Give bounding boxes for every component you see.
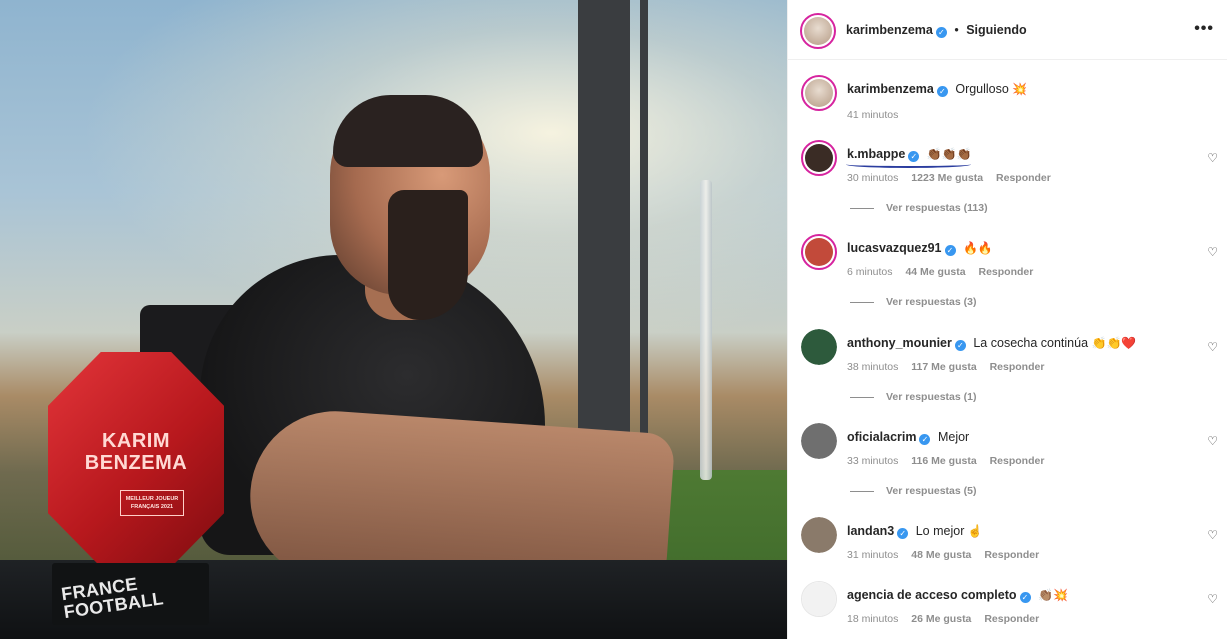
avatar-image: [805, 79, 833, 107]
comment-meta: 6 minutos 44 Me gusta Responder: [847, 266, 1043, 278]
comment-avatar[interactable]: [801, 234, 837, 270]
comment-line: landan3 ✓ Lo mejor ☝️: [847, 524, 983, 539]
comment-username[interactable]: lucasvazquez91: [847, 241, 942, 255]
trophy-base: FRANCE FOOTBALL: [52, 563, 209, 625]
avatar-image: [801, 517, 837, 553]
author-username[interactable]: karimbenzema: [846, 23, 933, 37]
comment-likes[interactable]: 48 Me gusta: [911, 549, 971, 561]
comment-meta: 18 minutos 26 Me gusta Responder: [847, 613, 1049, 625]
comment-line: agencia de acceso completo ✓ 👏🏽💥: [847, 588, 1068, 603]
trophy-name: KARIM BENZEMA: [84, 430, 188, 474]
trophy-plate: MEILLEUR JOUEUR FRANÇAIS 2021: [120, 490, 184, 516]
comment-emoji: 🔥🔥: [962, 241, 993, 255]
comment-emoji: 👏🏾👏🏾👏🏾: [926, 147, 972, 161]
avatar-image: [802, 582, 836, 616]
avatar-image: [804, 17, 832, 45]
separator-dot: •: [954, 23, 959, 37]
comment-username[interactable]: landan3: [847, 524, 894, 538]
caption-text: Orgulloso: [955, 82, 1009, 96]
comment-line: oficialacrim ✓ Mejor: [847, 430, 969, 445]
comment-emoji: ☝️: [967, 524, 983, 538]
verified-badge-icon: ✓: [919, 434, 931, 445]
view-replies-button[interactable]: Ver respuestas (113): [850, 202, 988, 214]
comment-line: lucasvazquez91 ✓ 🔥🔥: [847, 241, 993, 256]
comment-time: 31 minutos: [847, 549, 899, 561]
verified-badge-icon: ✓: [944, 245, 956, 256]
comment-time: 6 minutos: [847, 266, 893, 278]
caption-meta: 41 minutos: [847, 109, 908, 121]
comment-time: 38 minutos: [847, 361, 899, 373]
verified-badge-icon: ✓: [1019, 592, 1031, 603]
comment-meta: 30 minutos 1223 Me gusta Responder: [847, 172, 1061, 184]
heart-icon[interactable]: ♡: [1207, 528, 1218, 542]
heart-icon[interactable]: ♡: [1207, 151, 1218, 165]
comment-avatar[interactable]: [801, 517, 837, 553]
comment-meta: 38 minutos 117 Me gusta Responder: [847, 361, 1054, 373]
comment-likes[interactable]: 116 Me gusta: [911, 455, 976, 467]
comment-line: anthony_mounier ✓ La cosecha continúa 👏👏❤…: [847, 336, 1136, 351]
comment-line: k.mbappe ✓ 👏🏾👏🏾👏🏾: [847, 147, 972, 162]
view-replies-button[interactable]: Ver respuestas (5): [850, 485, 976, 497]
reply-button[interactable]: Responder: [990, 455, 1045, 467]
caption-time: 41 minutos: [847, 109, 899, 121]
avatar-image: [801, 423, 837, 459]
comment-text: La cosecha continúa: [973, 336, 1089, 350]
header-user-line: karimbenzema ✓ • Siguiendo: [846, 23, 1027, 38]
more-options-icon[interactable]: •••: [1194, 20, 1214, 38]
caption-emoji: 💥: [1012, 82, 1028, 96]
comment-time: 33 minutos: [847, 455, 899, 467]
heart-icon[interactable]: ♡: [1207, 340, 1218, 354]
comments-panel: karimbenzema ✓ • Siguiendo ••• karimbenze…: [787, 0, 1227, 639]
verified-badge-icon: ✓: [897, 528, 909, 539]
avatar-image: [801, 329, 837, 365]
heart-icon[interactable]: ♡: [1207, 434, 1218, 448]
comment-username[interactable]: agencia de acceso completo: [847, 588, 1017, 602]
comment-text: Lo mejor: [915, 524, 965, 538]
comment-emoji: 👏🏽💥: [1038, 588, 1068, 602]
avatar-image: [805, 238, 833, 266]
person-beard: [388, 190, 468, 320]
comment-emoji: 👏👏❤️: [1091, 336, 1137, 350]
comment-text: Mejor: [937, 430, 970, 444]
heart-icon[interactable]: ♡: [1207, 592, 1218, 606]
reply-button[interactable]: Responder: [978, 266, 1033, 278]
comment-likes[interactable]: 26 Me gusta: [911, 613, 971, 625]
following-button[interactable]: Siguiendo: [966, 23, 1026, 37]
comment-avatar[interactable]: [801, 423, 837, 459]
comment-likes[interactable]: 117 Me gusta: [911, 361, 976, 373]
view-replies-button[interactable]: Ver respuestas (3): [850, 296, 976, 308]
caption-username[interactable]: karimbenzema: [847, 82, 934, 96]
verified-badge-icon: ✓: [936, 86, 948, 97]
reply-button[interactable]: Responder: [996, 172, 1051, 184]
caption-line: karimbenzema ✓ Orgulloso 💥: [847, 82, 1027, 97]
comment-username[interactable]: anthony_mounier: [847, 336, 952, 350]
comment-username[interactable]: oficialacrim: [847, 430, 916, 444]
comment-likes[interactable]: 1223 Me gusta: [911, 172, 983, 184]
handdrawn-underline: [846, 161, 971, 168]
trophy: KARIM BENZEMA MEILLEUR JOUEUR FRANÇAIS 2…: [48, 352, 224, 582]
trophy-base-brand: FRANCE FOOTBALL: [60, 573, 165, 623]
comment-meta: 31 minutos 48 Me gusta Responder: [847, 549, 1049, 561]
comment-avatar[interactable]: [801, 581, 837, 617]
reply-button[interactable]: Responder: [984, 613, 1039, 625]
comment-time: 30 minutos: [847, 172, 899, 184]
view-replies-button[interactable]: Ver respuestas (1): [850, 391, 976, 403]
comment-avatar[interactable]: [801, 140, 837, 176]
reply-button[interactable]: Responder: [984, 549, 1039, 561]
caption-avatar[interactable]: [801, 75, 837, 111]
heart-icon[interactable]: ♡: [1207, 245, 1218, 259]
comment-meta: 33 minutos 116 Me gusta Responder: [847, 455, 1054, 467]
author-avatar[interactable]: [800, 13, 836, 49]
post-photo[interactable]: KARIM BENZEMA MEILLEUR JOUEUR FRANÇAIS 2…: [0, 0, 787, 639]
comment-likes[interactable]: 44 Me gusta: [905, 266, 965, 278]
verified-badge-icon: ✓: [935, 27, 947, 38]
comment-avatar[interactable]: [801, 329, 837, 365]
floodlight-pole: [700, 180, 712, 480]
post-header: karimbenzema ✓ • Siguiendo •••: [788, 0, 1227, 60]
comment-time: 18 minutos: [847, 613, 899, 625]
comment-username[interactable]: k.mbappe: [847, 147, 905, 161]
verified-badge-icon: ✓: [954, 340, 966, 351]
avatar-image: [805, 144, 833, 172]
reply-button[interactable]: Responder: [990, 361, 1045, 373]
